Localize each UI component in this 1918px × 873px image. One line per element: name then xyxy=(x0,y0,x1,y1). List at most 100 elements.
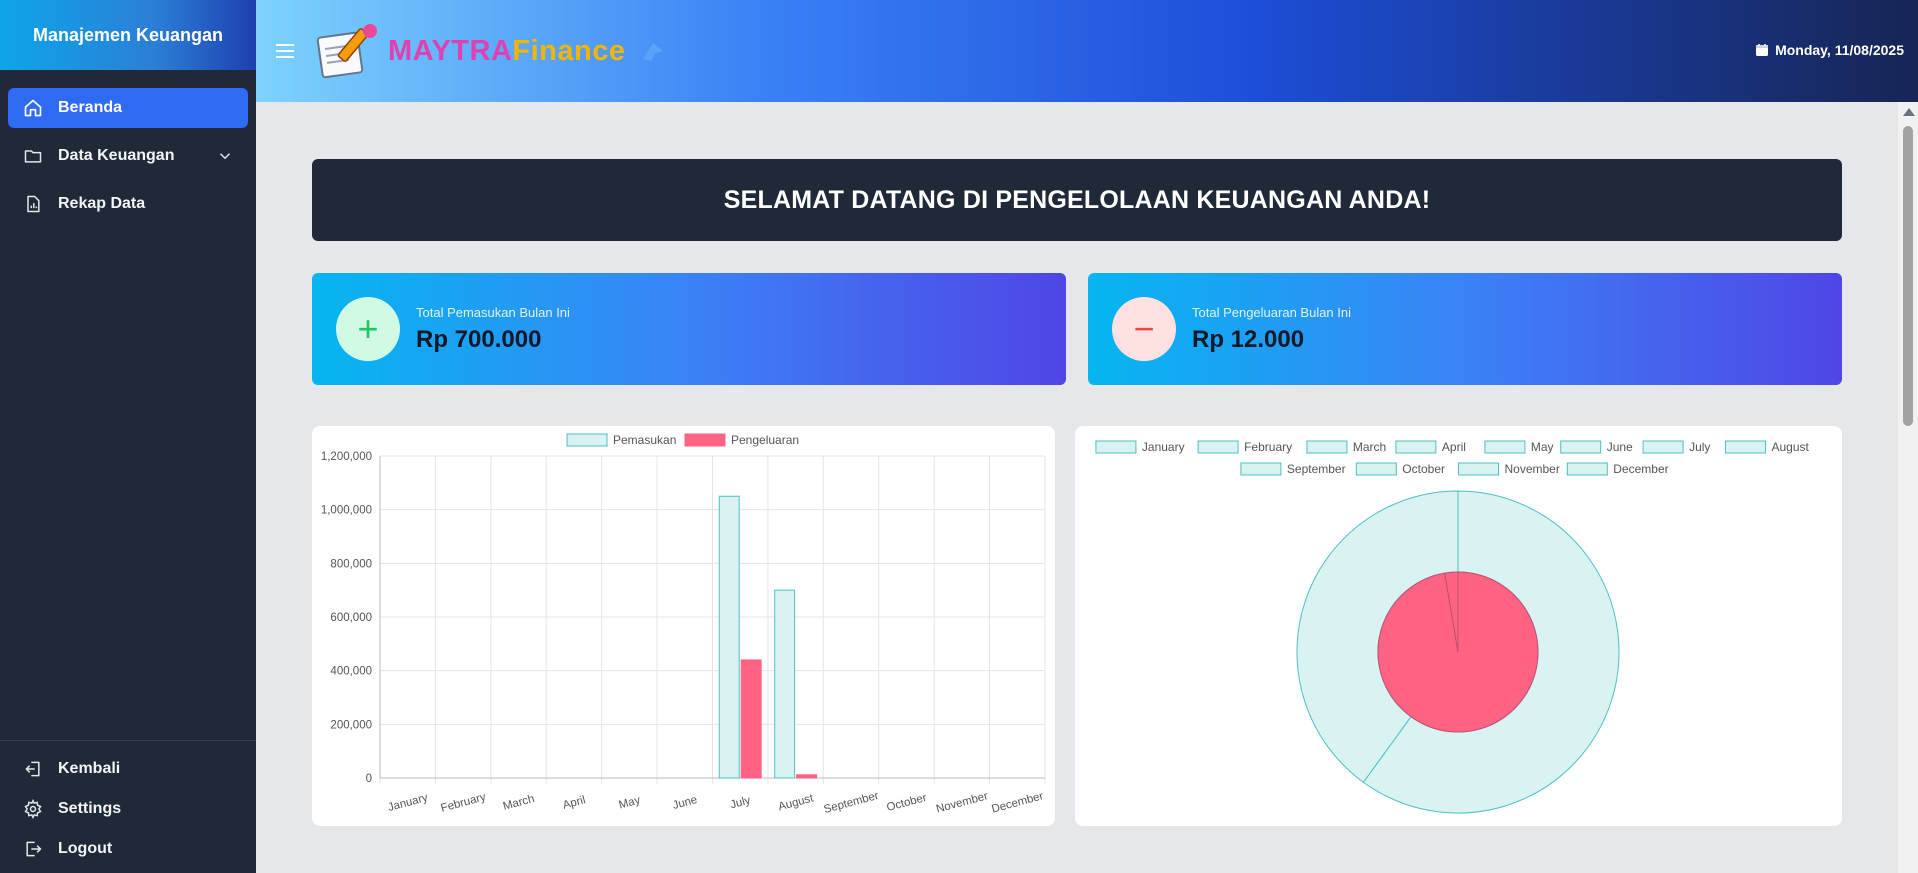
legend-label: November xyxy=(1505,462,1560,476)
legend-label: Pemasukan xyxy=(613,433,676,447)
logo-text: MAYTRAFinance xyxy=(388,35,625,68)
x-tick-label: December xyxy=(990,790,1045,815)
sidebar-title: Manajemen Keuangan xyxy=(0,0,256,70)
legend-swatch xyxy=(1395,440,1437,454)
legend-swatch xyxy=(1484,440,1526,454)
scroll-thumb[interactable] xyxy=(1903,126,1913,426)
legend-swatch xyxy=(1095,440,1137,454)
bar-pemasukan xyxy=(718,495,740,779)
arrow-icon xyxy=(639,37,667,65)
notepad-pencil-icon xyxy=(314,21,386,81)
logo-text-part1: MAYTRA xyxy=(388,34,513,67)
legend-swatch xyxy=(1725,440,1766,454)
x-tick-label: March xyxy=(502,793,536,813)
x-tick-label: September xyxy=(823,790,881,816)
minus-icon: − xyxy=(1112,297,1176,361)
date-text: Monday, 11/08/2025 xyxy=(1775,42,1904,58)
legend-label: May xyxy=(1531,440,1554,454)
gear-icon xyxy=(22,798,44,820)
legend-swatch xyxy=(1458,462,1499,476)
y-tick-label: 0 xyxy=(366,773,372,785)
x-tick-label: January xyxy=(387,792,430,814)
legend-label: December xyxy=(1613,462,1668,476)
expense-stat-value: Rp 12.000 xyxy=(1192,325,1305,353)
x-tick-label: October xyxy=(885,792,928,814)
legend-swatch xyxy=(1306,440,1348,454)
x-tick-label: February xyxy=(440,791,488,815)
sidebar-bottom: Kembali Settings Logout xyxy=(0,740,256,871)
sidebar: Manajemen Keuangan Beranda Data Keuangan… xyxy=(0,0,256,873)
income-stat-value: Rp 700.000 xyxy=(416,325,542,353)
legend-swatch xyxy=(1560,440,1602,454)
hamburger-menu-icon[interactable] xyxy=(274,40,296,62)
legend-swatch xyxy=(1240,462,1282,476)
sidebar-item-label: Data Keuangan xyxy=(58,147,175,164)
sidebar-item-rekap-data[interactable]: Rekap Data xyxy=(8,184,248,224)
x-tick-label: November xyxy=(935,790,990,815)
legend-swatch xyxy=(1642,440,1684,454)
y-tick-label: 1,200,000 xyxy=(321,451,372,463)
calendar-icon xyxy=(1755,43,1769,57)
x-tick-label: July xyxy=(729,794,752,811)
legend-label: August xyxy=(1772,440,1810,454)
plus-icon: + xyxy=(336,297,400,361)
sidebar-item-kembali[interactable]: Kembali xyxy=(8,751,248,787)
expense-stat-label: Total Pengeluaran Bulan Ini xyxy=(1192,304,1352,320)
sidebar-item-label: Kembali xyxy=(58,760,121,777)
page-bottom-edge xyxy=(312,862,1842,873)
sidebar-nav: Beranda Data Keuangan Rekap Data xyxy=(0,70,256,224)
y-tick-label: 200,000 xyxy=(330,719,372,731)
y-tick-label: 600,000 xyxy=(330,612,372,624)
y-tick-label: 800,000 xyxy=(330,558,372,570)
legend-label: March xyxy=(1353,440,1386,454)
legend-label: June xyxy=(1607,440,1633,454)
x-tick-label: May xyxy=(618,794,642,811)
legend-label: October xyxy=(1402,462,1445,476)
y-tick-label: 400,000 xyxy=(330,666,372,678)
folder-icon xyxy=(22,145,44,167)
chevron-down-icon[interactable] xyxy=(216,147,234,165)
income-stat-label: Total Pemasukan Bulan Ini xyxy=(416,304,570,320)
top-header: MAYTRAFinance Monday, 11/08/2025 xyxy=(256,0,1918,102)
legend-swatch xyxy=(566,433,608,447)
bar-chart: Pemasukan Pengeluaran 0 200,000 400,000 600,0… xyxy=(321,433,1046,816)
legend-swatch xyxy=(1355,462,1397,476)
app-logo[interactable]: MAYTRAFinance xyxy=(314,21,667,81)
bar-pemasukan xyxy=(774,589,796,779)
scroll-up-arrow-icon[interactable] xyxy=(1903,108,1915,116)
logo-text-part2: Finance xyxy=(512,34,626,67)
x-tick-label: August xyxy=(777,792,815,813)
income-stat-card: + Total Pemasukan Bulan Ini Rp 700.000 xyxy=(312,273,1066,385)
sidebar-item-label: Logout xyxy=(58,840,113,857)
page-scrollbar[interactable] xyxy=(1898,102,1918,873)
sidebar-item-beranda[interactable]: Beranda xyxy=(8,88,248,128)
legend-label: January xyxy=(1142,440,1185,454)
welcome-banner: SELAMAT DATANG DI PENGELOLAAN KEUANGAN A… xyxy=(312,159,1842,241)
legend-label: September xyxy=(1287,462,1346,476)
sidebar-item-settings[interactable]: Settings xyxy=(8,791,248,827)
bar-chart-card: Pemasukan Pengeluaran 0 200,000 400,000 600,0… xyxy=(312,426,1055,826)
expense-stat-card: − Total Pengeluaran Bulan Ini Rp 12.000 xyxy=(1088,273,1842,385)
sidebar-item-data-keuangan[interactable]: Data Keuangan xyxy=(8,136,248,176)
bar-pengeluaran xyxy=(796,774,818,779)
legend-label: July xyxy=(1689,440,1710,454)
doughnut-chart: January February March April May June July Augu… xyxy=(1095,440,1810,814)
sidebar-item-label: Beranda xyxy=(58,99,123,116)
back-icon xyxy=(22,758,44,780)
legend-swatch xyxy=(1197,440,1239,454)
sidebar-item-logout[interactable]: Logout xyxy=(8,831,248,867)
legend-label: April xyxy=(1442,440,1466,454)
home-icon xyxy=(22,97,44,119)
y-tick-label: 1,000,000 xyxy=(321,505,372,517)
legend-label: February xyxy=(1244,440,1292,454)
logout-icon xyxy=(22,838,44,860)
x-tick-label: June xyxy=(671,794,698,812)
pie-chart-card: January February March April May June July Augu… xyxy=(1075,426,1842,826)
sidebar-item-label: Settings xyxy=(58,800,122,817)
report-icon xyxy=(22,193,44,215)
sidebar-item-label: Rekap Data xyxy=(58,195,146,212)
legend-swatch xyxy=(684,433,726,447)
legend-label: Pengeluaran xyxy=(731,433,799,447)
x-tick-label: April xyxy=(562,794,587,812)
legend-swatch xyxy=(1566,462,1608,476)
